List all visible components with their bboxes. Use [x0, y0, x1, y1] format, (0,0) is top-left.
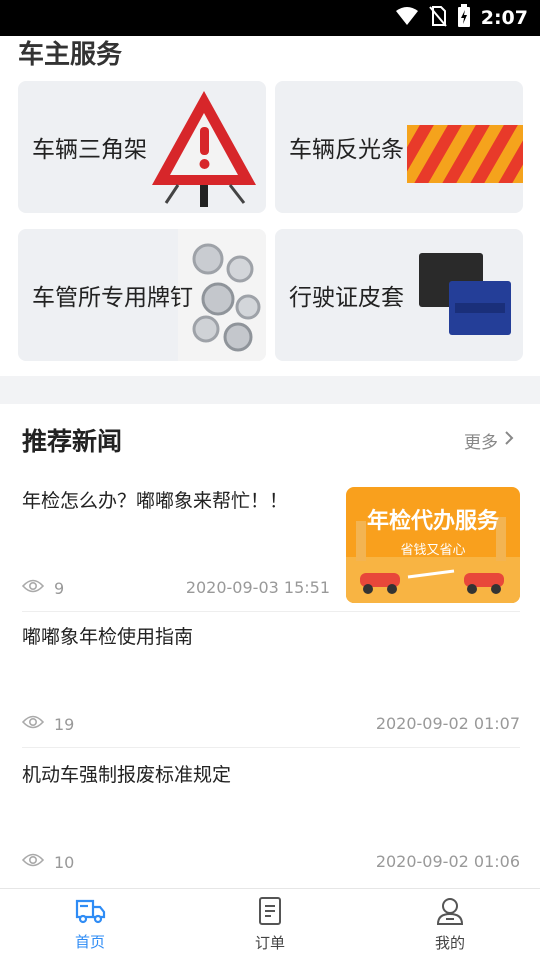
no-sim-icon — [428, 5, 447, 31]
service-card-plate-rivets[interactable]: 车管所专用牌钉 — [18, 229, 266, 361]
view-count: 10 — [54, 852, 75, 872]
user-icon — [435, 896, 465, 930]
news-date: 2020-09-02 01:07 — [375, 714, 520, 733]
news-thumbnail: 年检代办服务 省钱又省心 — [346, 487, 520, 603]
news-section: 推荐新闻 更多 年检怎么办？嘟嘟象来帮忙！！ 9 2020-09-03 15:5… — [0, 404, 540, 888]
thumbnail-subtitle: 省钱又省心 — [400, 543, 466, 558]
news-section-title: 推荐新闻 — [22, 427, 123, 456]
service-card-label: 车辆反光条 — [289, 137, 404, 163]
view-count: 9 — [54, 578, 65, 598]
eye-icon — [21, 852, 45, 872]
wifi-icon — [395, 6, 419, 30]
tab-label: 首页 — [74, 933, 105, 951]
battery-charging-icon — [457, 4, 471, 32]
eye-icon — [21, 714, 45, 734]
news-date: 2020-09-02 01:06 — [375, 852, 520, 871]
service-card-label: 行驶证皮套 — [289, 285, 404, 311]
service-card-label: 车辆三角架 — [32, 137, 147, 163]
eye-icon — [21, 578, 45, 598]
news-title: 嘟嘟象年检使用指南 — [22, 626, 194, 648]
tab-label: 订单 — [254, 934, 285, 952]
more-label: 更多 — [464, 433, 498, 453]
service-card-warning-triangle[interactable]: 车辆三角架 — [18, 81, 266, 213]
news-item[interactable]: 机动车强制报废标准规定 10 2020-09-02 01:06 — [21, 760, 520, 884]
bottom-tab-bar: 首页 订单 我的 — [0, 888, 540, 960]
reflective-strip-icon — [407, 123, 523, 189]
tab-profile[interactable]: 我的 — [360, 889, 540, 960]
service-card-reflective-strip[interactable]: 车辆反光条 — [275, 81, 523, 213]
news-item[interactable]: 嘟嘟象年检使用指南 19 2020-09-02 01:07 — [21, 622, 520, 748]
thumbnail-title: 年检代办服务 — [366, 509, 499, 534]
tab-home[interactable]: 首页 — [0, 889, 180, 960]
section-title: 车主服务 — [18, 40, 123, 70]
chevron-right-icon — [504, 430, 514, 451]
news-view-count: 10 — [21, 852, 75, 872]
license-cover-icon — [415, 251, 515, 345]
status-icons: 2:07 — [395, 0, 528, 36]
news-view-count: 9 — [21, 578, 65, 598]
view-count: 19 — [54, 714, 75, 734]
truck-icon — [74, 897, 106, 929]
news-item[interactable]: 年检怎么办？嘟嘟象来帮忙！！ 9 2020-09-03 15:51 年检代办服务… — [21, 486, 520, 612]
warning-triangle-icon — [148, 87, 260, 213]
status-time: 2:07 — [480, 7, 528, 29]
tab-label: 我的 — [434, 934, 465, 952]
tab-orders[interactable]: 订单 — [180, 889, 360, 960]
service-card-label: 车管所专用牌钉 — [32, 285, 193, 311]
news-view-count: 19 — [21, 714, 75, 734]
news-title: 年检怎么办？嘟嘟象来帮忙！！ — [22, 490, 289, 512]
service-card-license-cover[interactable]: 行驶证皮套 — [275, 229, 523, 361]
owner-service-section: 车主服务 车辆三角架 车辆反光条 车管所专用牌钉 行驶证皮套 — [0, 36, 540, 376]
news-more-link[interactable]: 更多 — [464, 428, 514, 453]
document-icon — [256, 896, 284, 930]
status-bar: 2:07 — [0, 0, 540, 36]
news-date: 2020-09-03 15:51 — [185, 578, 330, 597]
news-title: 机动车强制报废标准规定 — [22, 764, 232, 786]
